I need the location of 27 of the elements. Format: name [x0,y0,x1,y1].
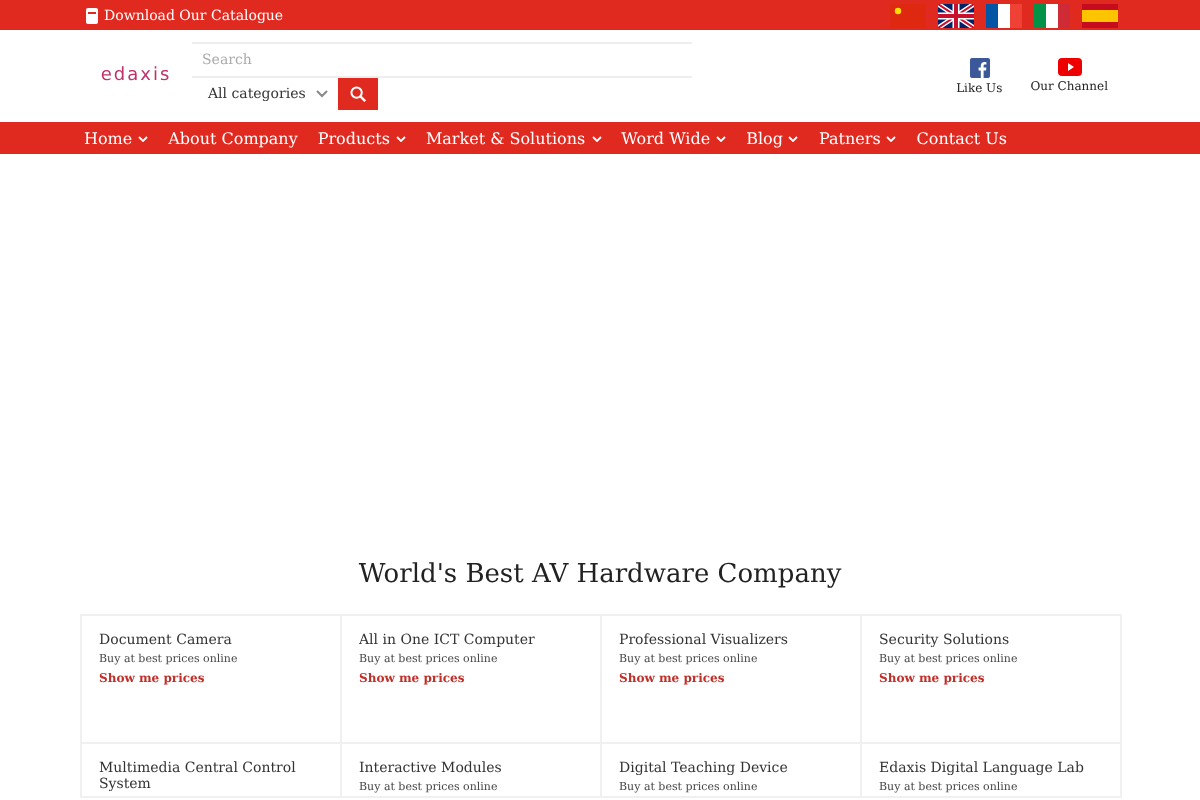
chevron-down-icon [315,90,328,98]
spain-flag-icon[interactable] [1082,3,1118,27]
china-flag-icon[interactable] [890,3,926,27]
document-icon [86,7,98,23]
logo[interactable]: edaxis [80,66,192,86]
nav-item[interactable]: Home [74,129,159,147]
search-button[interactable] [337,78,378,110]
nav-item[interactable]: Market & Solutions [415,129,612,147]
chevron-down-icon [591,135,602,141]
section-title: World's Best AV Hardware Company [356,560,844,594]
nav-item[interactable]: Blog [736,129,809,147]
nav-item[interactable]: Patners [808,129,907,147]
nav-item[interactable]: Contact Us [906,129,1017,147]
search-icon [349,86,366,102]
chevron-down-icon [788,135,799,141]
uk-flag-icon[interactable] [938,3,974,27]
facebook-icon [969,57,990,77]
chevron-down-icon [138,135,149,141]
chevron-down-icon [886,135,897,141]
nav-item[interactable]: Products [307,129,416,147]
nav-item[interactable]: Word Wide [611,129,737,147]
chevron-down-icon [716,135,727,141]
nav-item[interactable]: About Company [158,129,308,147]
france-flag-icon[interactable] [986,3,1022,27]
italy-flag-icon[interactable] [1034,3,1070,27]
video-play-icon [1057,57,1082,75]
chevron-down-icon [395,135,406,141]
